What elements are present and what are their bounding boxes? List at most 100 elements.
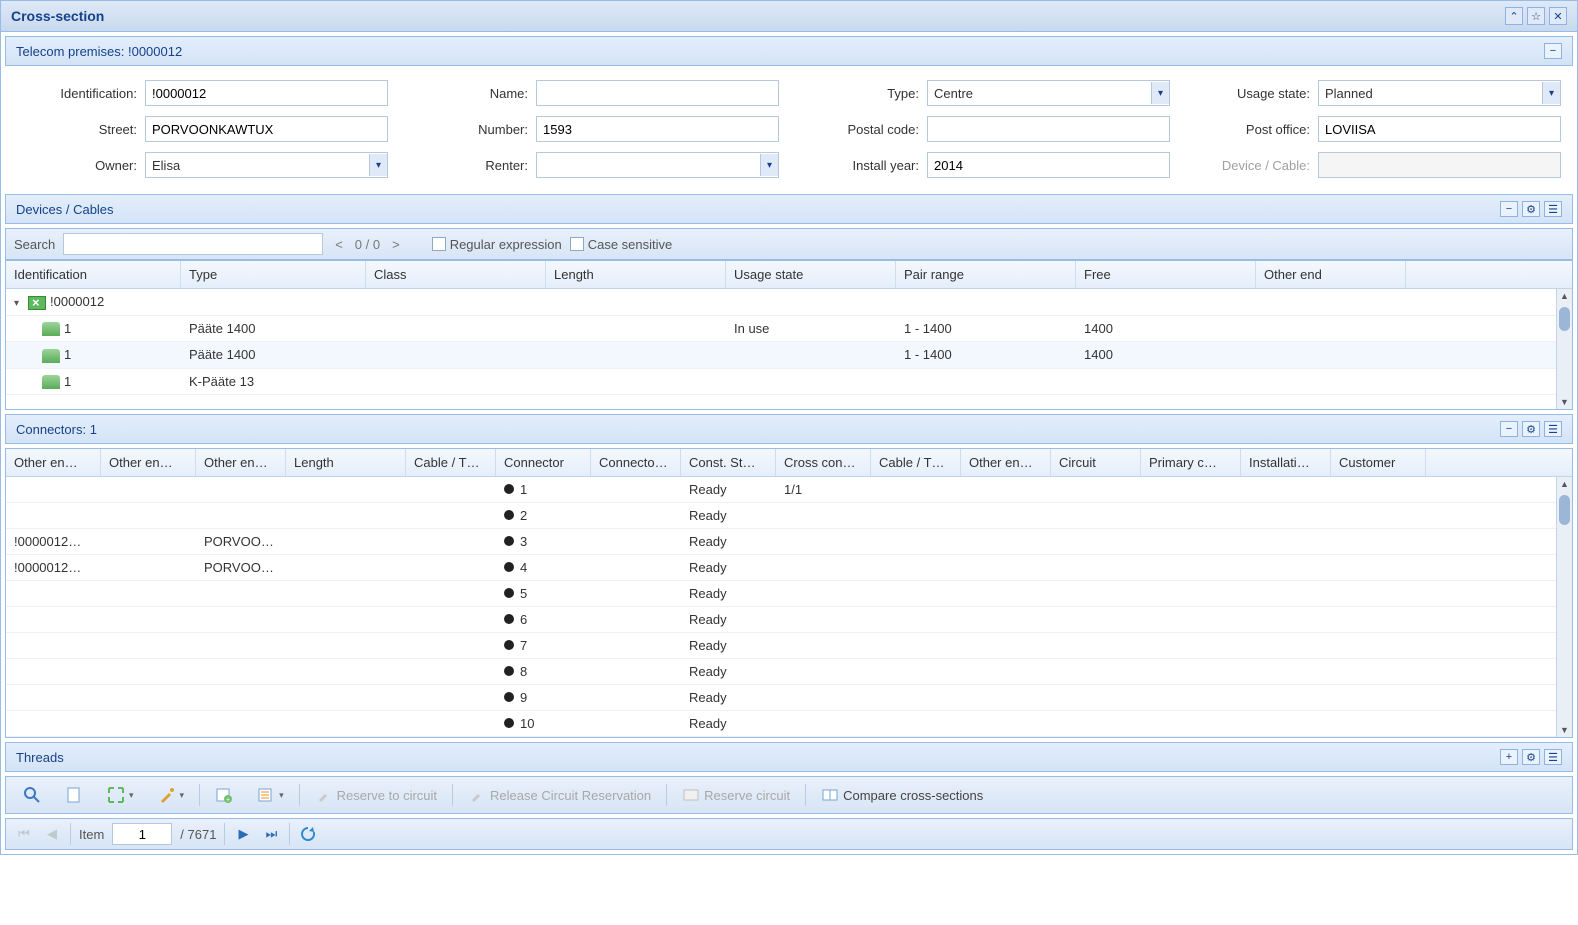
tree-toggle-icon[interactable]: ▾ (14, 298, 24, 309)
column-header[interactable]: Class (366, 261, 546, 288)
type-combo[interactable]: Centre▾ (927, 80, 1170, 106)
install-year-field[interactable] (927, 152, 1170, 178)
column-header[interactable]: Length (286, 449, 406, 476)
add-icon[interactable]: + (1500, 749, 1518, 765)
column-header[interactable]: Const. St… (681, 449, 776, 476)
list-icon (257, 786, 275, 804)
table-row[interactable]: 9Ready (6, 685, 1572, 711)
scroll-up-icon[interactable]: ▲ (1557, 289, 1572, 303)
list-icon[interactable]: ☰ (1544, 421, 1562, 437)
edit-button[interactable]: ▾ (149, 781, 194, 809)
separator (805, 784, 806, 806)
table-row[interactable]: !0000012…PORVOO…4Ready (6, 555, 1572, 581)
identification-field[interactable] (145, 80, 388, 106)
table-row[interactable]: 10Ready (6, 711, 1572, 737)
release-reservation-button[interactable]: Release Circuit Reservation (459, 781, 660, 809)
table-row[interactable]: 5Ready (6, 581, 1572, 607)
column-header[interactable]: Customer (1331, 449, 1426, 476)
case-checkbox[interactable]: Case sensitive (570, 237, 673, 252)
minimize-icon[interactable]: − (1500, 201, 1518, 217)
scroll-down-icon[interactable]: ▼ (1557, 395, 1572, 409)
table-row[interactable]: 1Ready1/1 (6, 477, 1572, 503)
column-header[interactable]: Primary c… (1141, 449, 1241, 476)
reserve-to-circuit-button[interactable]: Reserve to circuit (306, 781, 446, 809)
column-header[interactable]: Other en… (961, 449, 1051, 476)
scroll-down-icon[interactable]: ▼ (1557, 723, 1572, 737)
collapse-up-icon[interactable]: ⌃ (1505, 7, 1523, 25)
column-header[interactable]: Connecto… (591, 449, 681, 476)
separator (289, 823, 290, 845)
name-field[interactable] (536, 80, 779, 106)
scrollbar[interactable]: ▲ ▼ (1556, 477, 1572, 737)
page-input[interactable] (112, 823, 172, 845)
column-header[interactable]: Cable / T… (406, 449, 496, 476)
gear-icon[interactable]: ⚙ (1522, 201, 1540, 217)
list-icon[interactable]: ☰ (1544, 749, 1562, 765)
pin-icon[interactable]: ☆ (1527, 7, 1545, 25)
scroll-thumb[interactable] (1559, 307, 1570, 331)
table-row[interactable]: 1K-Pääte 13 (6, 369, 1572, 396)
column-header[interactable]: Length (546, 261, 726, 288)
last-page-button[interactable]: ⏭ (261, 824, 281, 844)
close-icon[interactable]: ✕ (1549, 7, 1567, 25)
postal-field[interactable] (927, 116, 1170, 142)
column-header[interactable]: Connector (496, 449, 591, 476)
minimize-icon[interactable]: − (1500, 421, 1518, 437)
search-input[interactable] (63, 233, 323, 255)
reserve-circuit-button[interactable]: Reserve circuit (673, 781, 799, 809)
column-header[interactable]: Other en… (196, 449, 286, 476)
refresh-button[interactable] (298, 824, 318, 844)
column-header[interactable]: Type (181, 261, 366, 288)
first-page-button[interactable]: ⏮ (14, 824, 34, 844)
expand-button[interactable]: ▾ (98, 781, 143, 809)
column-header[interactable]: Cross con… (776, 449, 871, 476)
table-row[interactable]: 1Pääte 14001 - 14001400 (6, 342, 1572, 369)
status-dot-icon (504, 562, 514, 572)
tree-root-row[interactable]: ▾!0000012 (6, 289, 1572, 316)
minimize-icon[interactable]: − (1544, 43, 1562, 59)
gear-icon[interactable]: ⚙ (1522, 421, 1540, 437)
table-row[interactable]: 7Ready (6, 633, 1572, 659)
next-page-button[interactable]: ▶ (233, 824, 253, 844)
match-counter: 0 / 0 (355, 237, 380, 252)
compare-button[interactable]: Compare cross-sections (812, 781, 992, 809)
column-header[interactable]: Usage state (726, 261, 896, 288)
column-header[interactable]: Other en… (101, 449, 196, 476)
column-header[interactable]: Cable / T… (871, 449, 961, 476)
column-header[interactable]: Other en… (6, 449, 101, 476)
new-doc-button[interactable] (56, 781, 92, 809)
scrollbar[interactable]: ▲ ▼ (1556, 289, 1572, 409)
column-header[interactable]: Free (1076, 261, 1256, 288)
devices-grid-header: IdentificationTypeClassLengthUsage state… (6, 261, 1572, 289)
usage-state-combo[interactable]: Planned▾ (1318, 80, 1561, 106)
next-match-button[interactable]: > (388, 237, 404, 252)
regex-checkbox[interactable]: Regular expression (432, 237, 562, 252)
list-icon[interactable]: ☰ (1544, 201, 1562, 217)
scroll-up-icon[interactable]: ▲ (1557, 477, 1572, 491)
owner-combo[interactable]: Elisa▾ (145, 152, 388, 178)
table-row[interactable]: 8Ready (6, 659, 1572, 685)
label-renter: Renter: (408, 158, 528, 173)
table-row[interactable]: 6Ready (6, 607, 1572, 633)
street-field[interactable] (145, 116, 388, 142)
prev-match-button[interactable]: < (331, 237, 347, 252)
column-header[interactable]: Identification (6, 261, 181, 288)
column-header[interactable]: Other end (1256, 261, 1406, 288)
column-header[interactable]: Installati… (1241, 449, 1331, 476)
renter-combo[interactable]: ▾ (536, 152, 779, 178)
label-owner: Owner: (17, 158, 137, 173)
column-header[interactable]: Circuit (1051, 449, 1141, 476)
list-menu-button[interactable]: ▾ (248, 781, 293, 809)
table-row[interactable]: 2Ready (6, 503, 1572, 529)
table-row[interactable]: 1Pääte 1400In use1 - 14001400 (6, 316, 1572, 343)
gear-icon[interactable]: ⚙ (1522, 749, 1540, 765)
scroll-thumb[interactable] (1559, 495, 1570, 525)
post-office-field[interactable] (1318, 116, 1561, 142)
status-dot-icon (504, 666, 514, 676)
zoom-button[interactable] (14, 781, 50, 809)
form-add-button[interactable]: + (206, 781, 242, 809)
prev-page-button[interactable]: ◀ (42, 824, 62, 844)
table-row[interactable]: !0000012…PORVOO…3Ready (6, 529, 1572, 555)
column-header[interactable]: Pair range (896, 261, 1076, 288)
number-field[interactable] (536, 116, 779, 142)
